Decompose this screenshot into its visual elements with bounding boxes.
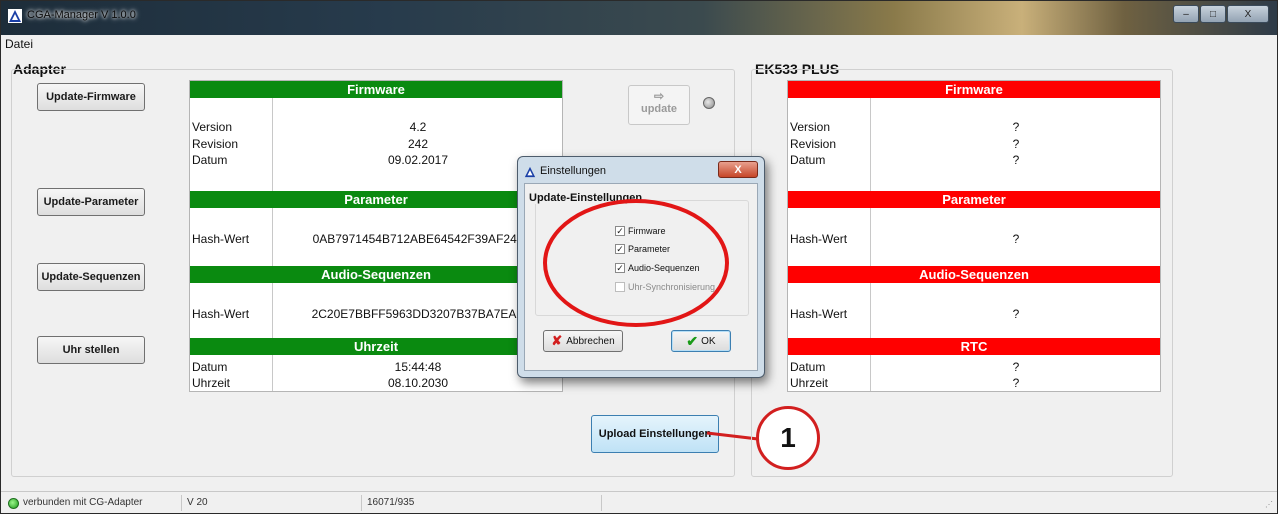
counter-status: 16071/935 bbox=[367, 497, 415, 508]
device-info-table: Firmware Version? Revision? Datum? Param… bbox=[787, 80, 1161, 392]
device-audio-header: Audio-Sequenzen bbox=[788, 266, 1160, 283]
connection-status: verbunden mit CG-Adapter bbox=[23, 497, 143, 508]
arrow-right-icon: ⇨ bbox=[653, 89, 665, 103]
annotation-ellipse bbox=[543, 199, 729, 327]
table-row: Uhrzeit? bbox=[790, 376, 1020, 390]
table-row: Hash-Wert? bbox=[790, 232, 1020, 246]
table-row: Revision? bbox=[790, 137, 1020, 151]
device-firmware-header: Firmware bbox=[788, 81, 1160, 98]
cancel-button[interactable]: ✘ Abbrechen bbox=[543, 330, 623, 352]
close-button[interactable]: X bbox=[1227, 5, 1269, 23]
maximize-button[interactable]: □ bbox=[1200, 5, 1226, 23]
minimize-button[interactable]: – bbox=[1173, 5, 1199, 23]
window-title: CGA-Manager V 1.0.0 bbox=[27, 9, 136, 21]
set-clock-button[interactable]: Uhr stellen bbox=[37, 336, 145, 364]
update-button-label: update bbox=[640, 103, 678, 115]
ok-button[interactable]: ✔ OK bbox=[671, 330, 731, 352]
update-sequences-button[interactable]: Update-Sequenzen bbox=[37, 263, 145, 291]
adapter-info-table: Firmware Version 4.2 Revision 242 Datum 09.… bbox=[189, 80, 563, 392]
status-bar: verbunden mit CG-Adapter V 20 16071/935 … bbox=[1, 491, 1277, 513]
device-parameter-header: Parameter bbox=[788, 191, 1160, 208]
update-parameter-button[interactable]: Update-Parameter bbox=[37, 188, 145, 216]
version-status: V 20 bbox=[187, 497, 208, 508]
table-row: Hash-Wert? bbox=[790, 307, 1020, 321]
table-row: Datum 15:44:48 bbox=[192, 360, 442, 374]
table-row: Datum? bbox=[790, 153, 1020, 167]
title-bar[interactable]: CGA-Manager V 1.0.0 – □ X bbox=[1, 1, 1277, 35]
main-window: CGA-Manager V 1.0.0 – □ X Datei Adapter … bbox=[0, 0, 1278, 514]
upload-settings-button[interactable]: Upload Einstellungen bbox=[591, 415, 719, 453]
menu-file[interactable]: Datei bbox=[5, 37, 33, 51]
cross-icon: ✘ bbox=[551, 333, 563, 348]
checkmark-icon: ✔ bbox=[686, 332, 699, 349]
table-row: Hash-Wert 2C20E7BBFF5963DD3207B37BA7EAE bbox=[192, 307, 525, 321]
table-row: Uhrzeit 08.10.2030 bbox=[192, 376, 449, 390]
update-button[interactable]: ⇨ update bbox=[628, 85, 690, 125]
app-logo-icon bbox=[8, 9, 22, 23]
dialog-close-button[interactable]: X bbox=[718, 161, 758, 178]
status-led-icon bbox=[703, 97, 715, 109]
connection-status-icon bbox=[8, 498, 19, 509]
menu-bar: Datei bbox=[1, 35, 1277, 53]
device-rtc-header: RTC bbox=[788, 338, 1160, 355]
table-row: Datum? bbox=[790, 360, 1020, 374]
adapter-parameter-header: Parameter bbox=[190, 191, 562, 208]
dialog-title: Einstellungen bbox=[540, 165, 607, 177]
table-row: Version 4.2 bbox=[192, 120, 427, 134]
adapter-audio-header: Audio-Sequenzen bbox=[190, 266, 562, 283]
table-row: Version? bbox=[790, 120, 1020, 134]
table-row: Revision 242 bbox=[192, 137, 429, 151]
table-row: Datum 09.02.2017 bbox=[192, 153, 449, 167]
resize-grip-icon[interactable]: ⋰ bbox=[1265, 500, 1273, 509]
adapter-firmware-header: Firmware bbox=[190, 81, 562, 98]
table-row: Hash-Wert 0AB7971454B712ABE64542F39AF240 bbox=[192, 232, 524, 246]
window-controls: – □ X bbox=[1172, 5, 1269, 23]
adapter-clock-header: Uhrzeit bbox=[190, 338, 562, 355]
app-logo-icon bbox=[524, 166, 536, 178]
update-firmware-button[interactable]: Update-Firmware bbox=[37, 83, 145, 111]
